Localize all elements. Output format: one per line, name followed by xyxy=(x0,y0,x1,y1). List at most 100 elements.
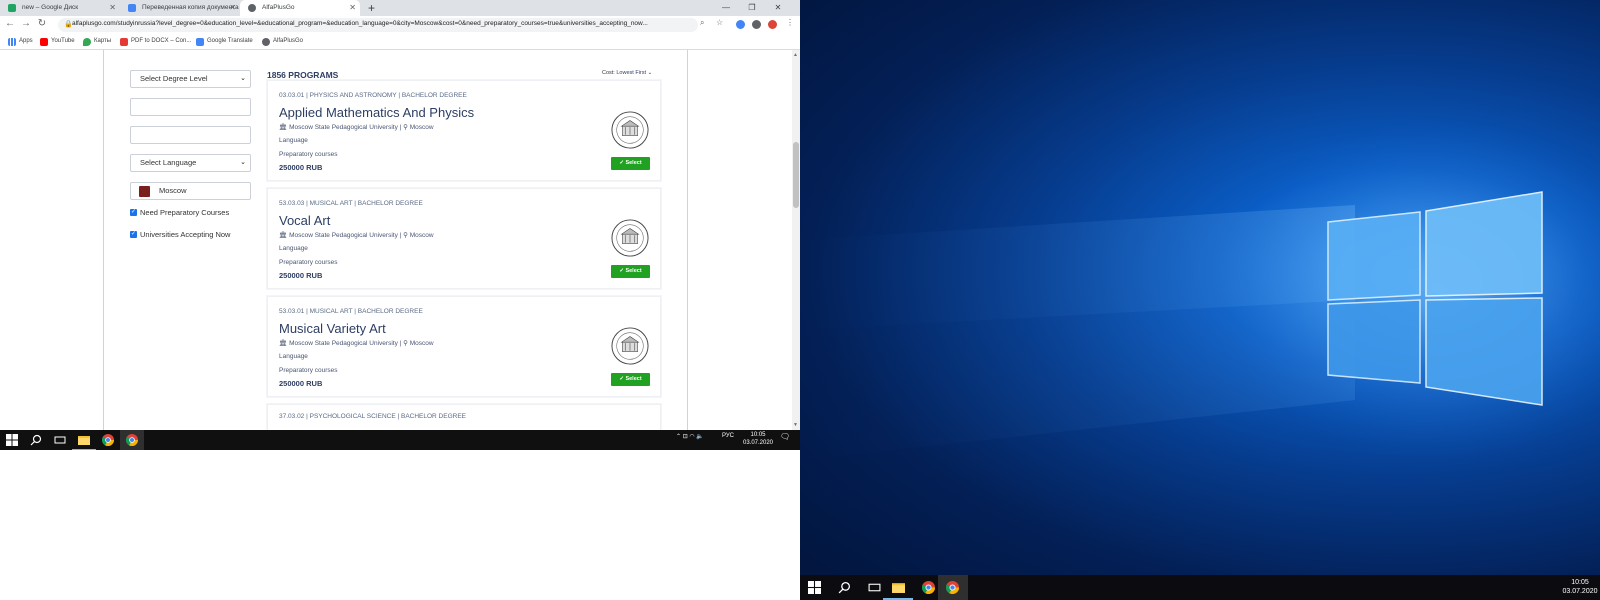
tab-title: Переведенная копия документа xyxy=(142,4,239,11)
page-scrollbar[interactable]: ▲ ▼ xyxy=(792,50,800,430)
close-window-button[interactable]: ✕ xyxy=(766,0,790,16)
windows-start-icon[interactable] xyxy=(6,434,18,446)
city-emblem-icon xyxy=(139,186,150,197)
apps-grid-icon xyxy=(8,38,16,46)
bookmark-maps[interactable]: Карты xyxy=(83,38,112,46)
university-icon: 🏛 xyxy=(279,340,288,347)
program-title[interactable]: Applied Mathematics And Physics xyxy=(279,105,474,120)
back-arrow-icon[interactable]: ← xyxy=(4,18,16,29)
windows-10-wallpaper xyxy=(800,120,1600,460)
bookmark-apps[interactable]: Apps xyxy=(8,38,33,46)
pdf-icon xyxy=(120,38,128,46)
task-view-icon[interactable] xyxy=(54,434,66,446)
browser-toolbar: ← → ↻ 🔒 alfaplusgo.com/studyinrussia?lev… xyxy=(0,16,800,34)
program-code: 03.03.01 | PHYSICS AND ASTRONOMY | BACHE… xyxy=(279,92,467,99)
program-card: 53.03.01 | MUSICAL ART | BACHELOR DEGREE… xyxy=(267,296,661,397)
search-icon[interactable] xyxy=(838,581,851,594)
system-clock[interactable]: 10:05 03.07.2020 xyxy=(740,431,776,447)
file-explorer-icon[interactable] xyxy=(892,581,905,594)
chevron-down-icon: ⌄ xyxy=(240,159,246,166)
extension-icon[interactable] xyxy=(736,20,745,29)
scrollbar-thumb[interactable] xyxy=(793,142,799,208)
reload-icon[interactable]: ↻ xyxy=(36,18,48,29)
clock-time: 10:05 xyxy=(750,432,766,438)
windows-start-icon[interactable] xyxy=(808,581,821,594)
close-tab-icon[interactable]: ✕ xyxy=(349,0,356,16)
chrome-icon[interactable] xyxy=(922,581,935,594)
language-select[interactable]: Select Language ⌄ xyxy=(130,154,251,172)
location-pin-icon: ⚲ xyxy=(403,340,408,347)
taskbar-left: ⌃ ⊡ ◠ 🔈 РУС 10:05 03.07.2020 🗨 xyxy=(0,430,800,450)
program-prep: Preparatory courses xyxy=(279,367,338,374)
maps-pin-icon xyxy=(83,38,91,46)
tray-icons[interactable]: ⌃ ⊡ ◠ 🔈 xyxy=(676,433,704,440)
select-button[interactable]: ✓ Select xyxy=(611,373,650,386)
chrome-profile-icon[interactable] xyxy=(126,434,138,446)
clock-date: 03.07.2020 xyxy=(742,440,774,446)
program-title[interactable]: Musical Variety Art xyxy=(279,321,386,336)
search-icon[interactable] xyxy=(30,434,42,446)
degree-level-select[interactable]: Select Degree Level ⌄ xyxy=(130,70,251,88)
menu-kebab-icon[interactable]: ⋮ xyxy=(786,18,794,27)
minimize-button[interactable]: — xyxy=(714,0,738,16)
program-card: 37.03.02 | PSYCHOLOGICAL SCIENCE | BACHE… xyxy=(267,404,661,430)
bookmark-label: Карты xyxy=(94,38,112,44)
page-viewport: Select Degree Level ⌄ Select Language ⌄ … xyxy=(0,50,792,430)
google-docs-icon xyxy=(128,4,136,12)
maximize-button[interactable]: ❐ xyxy=(740,0,764,16)
select-button[interactable]: ✓ Select xyxy=(611,265,650,278)
globe-icon xyxy=(248,4,256,12)
university-name: Moscow State Pedagogical University xyxy=(289,124,398,131)
university-search-input[interactable] xyxy=(130,126,251,144)
forward-arrow-icon[interactable]: → xyxy=(20,18,32,29)
program-search-input[interactable] xyxy=(130,98,251,116)
address-bar[interactable]: 🔒 alfaplusgo.com/studyinrussia?level_deg… xyxy=(58,18,698,32)
program-language: Language xyxy=(279,137,308,144)
input-language[interactable]: РУС xyxy=(722,433,734,439)
program-prep: Preparatory courses xyxy=(279,259,338,266)
city-input[interactable]: Moscow xyxy=(130,182,251,200)
program-title[interactable]: Vocal Art xyxy=(279,213,330,228)
task-view-icon[interactable] xyxy=(868,581,881,594)
new-tab-button[interactable]: + xyxy=(368,0,375,16)
tab-google-docs[interactable]: Переведенная копия документа ✕ xyxy=(120,0,240,16)
bookmark-alfaplusgo[interactable]: AlfaPlusGo xyxy=(262,38,303,46)
tab-google-drive[interactable]: new – Google Диск ✕ xyxy=(0,0,120,16)
program-card: 03.03.01 | PHYSICS AND ASTRONOMY | BACHE… xyxy=(267,80,661,181)
checkbox-label: Need Preparatory Courses xyxy=(140,208,230,217)
checkmark-icon: ✓ xyxy=(130,209,137,216)
tab-alfaplusgo[interactable]: AlfaPlusGo ✕ xyxy=(240,0,360,16)
scroll-up-arrow-icon[interactable]: ▲ xyxy=(793,52,798,58)
left-monitor: new – Google Диск ✕ Переведенная копия д… xyxy=(0,0,800,450)
profile-avatar[interactable] xyxy=(768,20,777,29)
close-tab-icon[interactable]: ✕ xyxy=(109,0,116,16)
program-language: Language xyxy=(279,353,308,360)
chevron-up-icon[interactable]: ⌃ xyxy=(676,434,681,440)
bookmark-google-translate[interactable]: Google Translate xyxy=(196,38,253,46)
bookmark-star-icon[interactable]: ☆ xyxy=(716,18,723,27)
system-clock[interactable]: 10:05 03.07.2020 xyxy=(1560,578,1600,596)
select-button[interactable]: ✓ Select xyxy=(611,157,650,170)
scroll-down-arrow-icon[interactable]: ▼ xyxy=(793,422,798,428)
wifi-icon[interactable]: ◠ xyxy=(689,434,694,440)
puzzle-icon[interactable] xyxy=(752,20,761,29)
program-university: 🏛 Moscow State Pedagogical University | … xyxy=(279,232,434,239)
need-prep-checkbox[interactable]: ✓ Need Preparatory Courses xyxy=(130,208,229,217)
globe-icon xyxy=(262,38,270,46)
bookmark-pdf-to-docx[interactable]: PDF to DOCX – Con... xyxy=(120,38,191,46)
file-explorer-icon[interactable] xyxy=(78,434,90,446)
checkmark-icon: ✓ xyxy=(130,231,137,238)
button-label: Select xyxy=(625,160,642,166)
volume-icon[interactable]: 🔈 xyxy=(696,434,703,440)
network-icon[interactable]: ⊡ xyxy=(683,434,688,440)
zoom-icon[interactable]: ⌕ xyxy=(700,18,704,28)
notifications-icon[interactable]: 🗨 xyxy=(780,432,790,441)
close-tab-icon[interactable]: ✕ xyxy=(229,0,236,16)
program-code: 37.03.02 | PSYCHOLOGICAL SCIENCE | BACHE… xyxy=(279,413,467,420)
sort-select[interactable]: Cost: Lowest First ⌄ xyxy=(602,70,652,76)
chrome-icon[interactable] xyxy=(102,434,114,446)
accepting-now-checkbox[interactable]: ✓ Universities Accepting Now xyxy=(130,230,230,239)
program-price: 250000 RUB xyxy=(279,379,323,388)
chrome-profile-icon[interactable] xyxy=(946,581,959,594)
bookmark-youtube[interactable]: YouTube xyxy=(40,38,75,46)
